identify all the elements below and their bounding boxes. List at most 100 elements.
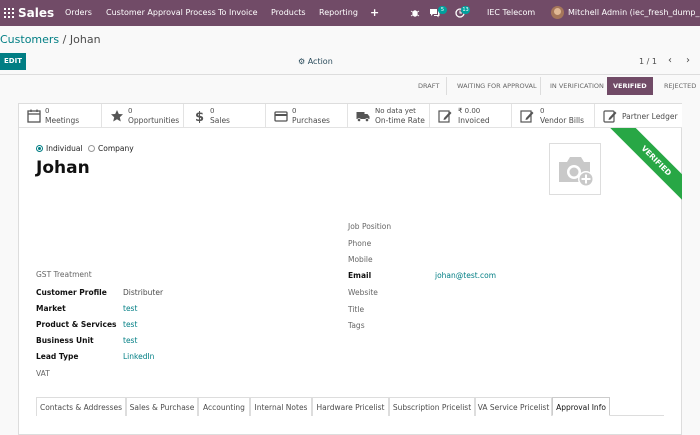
pencil-square-icon: [438, 110, 452, 123]
smart-count: 0: [45, 107, 50, 115]
smart-count: 0: [210, 107, 215, 115]
tab-accounting[interactable]: Accounting: [198, 397, 250, 416]
radio-individual[interactable]: Individual: [36, 144, 83, 153]
pager-value[interactable]: 1 / 1: [639, 57, 657, 66]
top-navbar: Sales Orders Customer Approval Process T…: [0, 0, 700, 26]
radio-company[interactable]: Company: [88, 144, 134, 153]
svg-text:$: $: [195, 110, 204, 123]
stage-separator: [446, 77, 447, 95]
breadcrumb-current: Johan: [69, 33, 101, 46]
breadcrumb-separator: /: [62, 33, 67, 46]
smart-count: 0: [540, 107, 545, 115]
tab-hardware-pricelist[interactable]: Hardware Pricelist: [312, 397, 389, 416]
smart-count: 0: [292, 107, 297, 115]
vat-label: VAT: [36, 369, 50, 378]
business-unit-field[interactable]: test: [123, 336, 137, 345]
tags-label: Tags: [348, 321, 365, 330]
apps-menu-icon[interactable]: [4, 8, 14, 18]
stage-in-verification[interactable]: IN VERIFICATION: [550, 77, 604, 95]
website-label: Website: [348, 288, 378, 297]
action-menu[interactable]: ⚙ Action: [298, 57, 333, 66]
on-time-rate-smart-button[interactable]: No data yet On-time Rate: [348, 104, 430, 128]
user-avatar[interactable]: [551, 6, 564, 19]
lead-type-field[interactable]: LinkedIn: [123, 352, 154, 361]
partner-name[interactable]: Johan: [36, 158, 90, 178]
smart-count: ₹ 0.00: [458, 107, 481, 115]
smart-label: Purchases: [292, 116, 330, 125]
sales-smart-button[interactable]: $ 0 Sales: [184, 104, 266, 128]
radio-company-label: Company: [98, 144, 134, 153]
market-field[interactable]: test: [123, 304, 137, 313]
edit-icon: [603, 110, 617, 123]
customer-profile-field[interactable]: Distributer: [123, 288, 163, 297]
smart-count: No data yet: [375, 107, 416, 115]
tab-internal-notes[interactable]: Internal Notes: [250, 397, 312, 416]
messages-count-badge: 5: [438, 6, 447, 14]
tab-va-service-pricelist[interactable]: VA Service Pricelist: [475, 397, 552, 416]
camera-plus-icon: [559, 157, 594, 187]
breadcrumb-customers-link[interactable]: Customers: [0, 33, 59, 46]
menu-products[interactable]: Products: [271, 8, 306, 17]
breadcrumb: Customers / Johan: [0, 33, 101, 46]
company-switcher[interactable]: IEC Telecom: [487, 8, 535, 17]
business-unit-label: Business Unit: [36, 336, 94, 345]
tab-sales-purchase[interactable]: Sales & Purchase: [126, 397, 198, 416]
email-label: Email: [348, 271, 372, 280]
tab-approval-info[interactable]: Approval Info: [552, 397, 610, 416]
bug-icon[interactable]: [410, 8, 420, 18]
tab-subscription-pricelist[interactable]: Subscription Pricelist: [389, 397, 475, 416]
truck-icon: [356, 112, 370, 122]
partner-ledger-smart-button[interactable]: Partner Ledger: [595, 104, 682, 128]
smart-count: 0: [128, 107, 133, 115]
app-name[interactable]: Sales: [18, 6, 54, 20]
edit-button[interactable]: EDIT: [0, 53, 26, 70]
menu-customer-approval-process[interactable]: Customer Approval Process: [106, 8, 216, 17]
user-menu[interactable]: Mitchell Admin (iec_fresh_dump_cust): [568, 8, 700, 17]
stage-verified[interactable]: VERIFIED: [607, 77, 653, 95]
stage-waiting-for-approval[interactable]: WAITING FOR APPROVAL: [457, 77, 537, 95]
stage-draft[interactable]: DRAFT: [418, 77, 439, 95]
radio-checked-icon: [36, 145, 43, 152]
avatar-upload[interactable]: [549, 143, 601, 195]
dollar-icon: $: [195, 110, 204, 123]
invoiced-smart-button[interactable]: ₹ 0.00 Invoiced: [430, 104, 512, 128]
market-label: Market: [36, 304, 66, 313]
tab-contacts-addresses[interactable]: Contacts & Addresses: [36, 397, 126, 416]
purchases-smart-button[interactable]: 0 Purchases: [266, 104, 348, 128]
activities-count-badge: 13: [461, 6, 470, 14]
menu-reporting[interactable]: Reporting: [319, 8, 358, 17]
smart-label: On-time Rate: [375, 116, 425, 125]
gst-treatment-label: GST Treatment: [36, 270, 92, 279]
ribbon-text: VERIFIED: [607, 128, 682, 210]
job-position-field[interactable]: Job Position: [348, 222, 391, 231]
menu-orders[interactable]: Orders: [65, 8, 92, 17]
radio-unchecked-icon: [88, 145, 95, 152]
credit-card-icon: [274, 111, 288, 122]
title-label: Title: [348, 305, 365, 314]
star-icon: [111, 110, 123, 122]
vendor-bills-smart-button[interactable]: 0 Vendor Bills: [512, 104, 595, 128]
calendar-icon: [27, 109, 41, 123]
smart-label: Partner Ledger: [622, 112, 678, 121]
verified-ribbon: VERIFIED: [596, 128, 682, 214]
smart-label: Sales: [210, 116, 230, 125]
opportunities-smart-button[interactable]: 0 Opportunities: [102, 104, 184, 128]
smart-label: Meetings: [45, 116, 80, 125]
stage-rejected[interactable]: REJECTED: [664, 77, 696, 95]
product-services-field[interactable]: test: [123, 320, 137, 329]
control-divider: [0, 74, 700, 75]
smart-label: Vendor Bills: [540, 116, 585, 125]
pager-next-icon[interactable]: ›: [686, 55, 690, 66]
mobile-label: Mobile: [348, 255, 373, 264]
smart-label: Invoiced: [458, 116, 490, 125]
pencil-square-icon: [520, 110, 534, 123]
plus-icon[interactable]: +: [370, 6, 379, 19]
smart-label: Opportunities: [128, 116, 180, 125]
product-services-label: Product & Services: [36, 320, 117, 329]
menu-to-invoice[interactable]: To Invoice: [218, 8, 258, 17]
phone-label: Phone: [348, 239, 372, 248]
pager-prev-icon[interactable]: ‹: [668, 55, 672, 66]
radio-individual-label: Individual: [46, 144, 83, 153]
email-field[interactable]: johan@test.com: [435, 271, 496, 280]
meetings-smart-button[interactable]: 0 Meetings: [19, 104, 102, 128]
